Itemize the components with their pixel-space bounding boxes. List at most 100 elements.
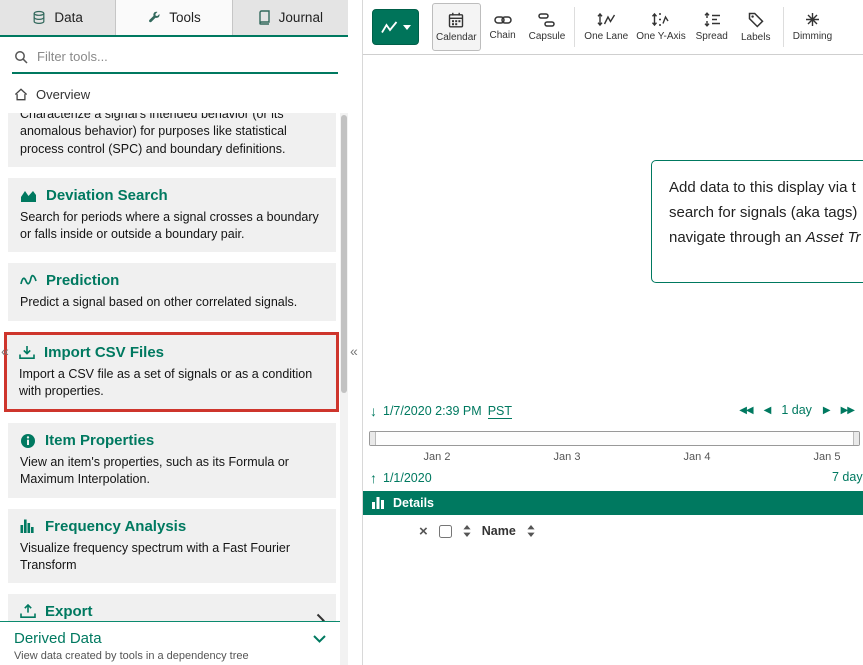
tool-card-import-csv[interactable]: Import CSV Files Import a CSV file as a … xyxy=(4,332,339,413)
message-line: search for signals (aka tags) xyxy=(669,200,863,225)
tool-name: Frequency Analysis xyxy=(45,518,186,535)
scrollbar-thumb[interactable] xyxy=(341,115,347,393)
display-range-start[interactable]: ↓ 1/7/2020 2:39 PM PST xyxy=(370,403,512,419)
toolbar-separator xyxy=(574,7,575,47)
display-range-value[interactable]: 1/7/2020 2:39 PM xyxy=(383,404,482,418)
tool-card-prediction[interactable]: Prediction Predict a signal based on oth… xyxy=(8,263,336,320)
derived-data-label: Derived Data xyxy=(14,630,102,647)
import-csv-icon xyxy=(19,345,35,360)
tool-description: View an item's properties, such as its F… xyxy=(20,454,324,489)
select-all-checkbox[interactable] xyxy=(439,525,452,538)
down-arrow-icon: ↓ xyxy=(370,403,377,419)
timezone-link[interactable]: PST xyxy=(488,404,512,419)
home-icon xyxy=(14,88,28,101)
info-icon xyxy=(20,433,36,449)
filter-tools-input[interactable] xyxy=(37,49,336,64)
tool-description: Import a CSV file as a set of signals or… xyxy=(19,366,324,401)
wrench-icon xyxy=(147,11,161,25)
tool-name: Item Properties xyxy=(45,432,154,449)
toolbar-one-lane-button[interactable]: One Lane xyxy=(580,3,632,51)
investigate-range-value[interactable]: 1/1/2020 xyxy=(383,471,432,485)
tool-name: Deviation Search xyxy=(46,187,168,204)
toolbar-spread-button[interactable]: Spread xyxy=(690,3,734,51)
spread-icon xyxy=(703,12,721,27)
tools-scrollbar[interactable] xyxy=(340,113,348,665)
display-toolbar: Calendar Chain Capsule One Lane xyxy=(363,0,863,55)
tab-data[interactable]: Data xyxy=(0,0,116,35)
toolbar-button-label: Dimming xyxy=(793,31,832,42)
derived-data-description: View data created by tools in a dependen… xyxy=(14,650,326,662)
toolbar-one-y-axis-button[interactable]: One Y-Axis xyxy=(632,3,689,51)
tab-label: Tools xyxy=(169,10,201,25)
details-table-header: × Name xyxy=(363,515,863,547)
step-controls: ◀◀ ◀ 1 day ▶ ▶▶ xyxy=(739,403,854,417)
tab-label: Data xyxy=(54,10,83,25)
chevron-down-icon[interactable] xyxy=(313,635,326,643)
details-panel-header: Details xyxy=(363,491,863,515)
investigate-range-start[interactable]: ↑ 1/1/2020 xyxy=(370,470,432,486)
tool-name: Prediction xyxy=(46,272,119,289)
capsule-icon xyxy=(538,13,555,27)
investigate-range-slider[interactable] xyxy=(369,431,860,446)
toolbar-dimming-button[interactable]: Dimming xyxy=(789,3,836,51)
axis-tick-label: Jan 3 xyxy=(554,451,581,463)
details-title: Details xyxy=(393,496,434,510)
name-column-header[interactable]: Name xyxy=(482,524,516,538)
bar-chart-icon xyxy=(372,497,386,509)
caret-down-icon xyxy=(403,25,411,30)
tool-description: Search for periods where a signal crosse… xyxy=(20,209,324,244)
tool-card-boundaries[interactable]: Characterize a signal's intended behavio… xyxy=(8,113,336,167)
one-lane-icon xyxy=(597,12,616,27)
labels-icon xyxy=(748,12,764,28)
collapse-panel-icon[interactable]: « xyxy=(1,344,9,358)
investigate-duration[interactable]: 7 days xyxy=(832,470,863,484)
axis-tick-label: Jan 5 xyxy=(814,451,841,463)
overview-label: Overview xyxy=(36,87,90,102)
add-data-message: Add data to this display via t search fo… xyxy=(651,160,863,283)
step-forward-icon[interactable]: ▶ xyxy=(823,405,830,416)
remove-all-icon[interactable]: × xyxy=(419,524,428,539)
chain-icon xyxy=(494,14,512,26)
step-back-icon[interactable]: ◀ xyxy=(764,405,771,416)
toolbar-button-label: One Lane xyxy=(584,31,628,42)
export-icon xyxy=(20,604,36,619)
sidebar-tabs: Data Tools Journal xyxy=(0,0,348,37)
trend-view-dropdown[interactable] xyxy=(372,9,419,45)
step-size-button[interactable]: 1 day xyxy=(781,403,812,417)
tab-tools[interactable]: Tools xyxy=(116,0,232,35)
step-forward-full-icon[interactable]: ▶▶ xyxy=(841,405,854,416)
toolbar-chain-button[interactable]: Chain xyxy=(481,3,525,51)
overview-link[interactable]: Overview xyxy=(0,74,348,113)
tool-card-deviation-search[interactable]: Deviation Search Search for periods wher… xyxy=(8,178,336,253)
tab-label: Journal xyxy=(279,10,323,25)
left-sidebar: Data Tools Journal xyxy=(0,0,348,665)
tool-description: Visualize frequency spectrum with a Fast… xyxy=(20,540,324,575)
toolbar-capsule-button[interactable]: Capsule xyxy=(525,3,570,51)
tool-card-item-properties[interactable]: Item Properties View an item's propertie… xyxy=(8,423,336,498)
database-icon xyxy=(32,10,46,25)
toolbar-button-label: Labels xyxy=(741,32,770,43)
seeq-workbench: Data Tools Journal xyxy=(0,0,863,665)
trend-icon xyxy=(381,21,398,34)
one-y-axis-icon xyxy=(651,12,670,27)
toolbar-labels-button[interactable]: Labels xyxy=(734,3,778,51)
tool-name: Export xyxy=(45,603,93,620)
step-back-full-icon[interactable]: ◀◀ xyxy=(739,405,752,416)
tool-filter xyxy=(12,49,338,74)
tool-card-frequency-analysis[interactable]: Frequency Analysis Visualize frequency s… xyxy=(8,509,336,584)
tool-description: Predict a signal based on other correlat… xyxy=(20,294,324,311)
derived-data-section[interactable]: Derived Data View data created by tools … xyxy=(0,621,340,665)
tab-journal[interactable]: Journal xyxy=(233,0,348,35)
search-icon xyxy=(14,50,28,64)
sort-icon[interactable] xyxy=(463,525,471,537)
sort-icon[interactable] xyxy=(527,525,535,537)
axis-tick-label: Jan 2 xyxy=(424,451,451,463)
tool-description: Characterize a signal's intended behavio… xyxy=(20,113,324,158)
toolbar-separator xyxy=(783,7,784,47)
collapse-panel-icon[interactable]: « xyxy=(350,344,358,358)
up-arrow-icon: ↑ xyxy=(370,470,377,486)
calendar-icon xyxy=(448,12,464,28)
trend-chart-area[interactable]: Add data to this display via t search fo… xyxy=(363,56,863,396)
tool-name: Import CSV Files xyxy=(44,344,164,361)
toolbar-calendar-button[interactable]: Calendar xyxy=(432,3,481,51)
